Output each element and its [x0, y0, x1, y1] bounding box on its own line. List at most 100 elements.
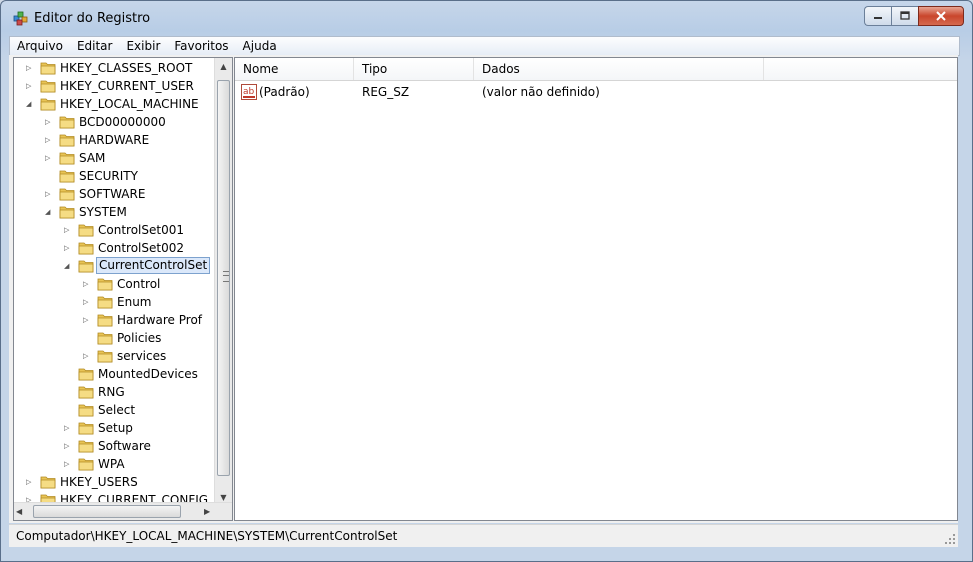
folder-icon	[59, 204, 75, 219]
menu-editar[interactable]: Editar	[70, 37, 120, 55]
collapse-arrow-icon[interactable]: ◢	[26, 100, 34, 108]
scroll-up-icon[interactable]: ▲	[215, 58, 232, 75]
title-bar[interactable]: Editor do Registro	[1, 1, 972, 35]
tree-item[interactable]: ▷ BCD00000000	[14, 113, 214, 131]
tree-item[interactable]: MountedDevices	[14, 365, 214, 383]
tree-item[interactable]: ▷ Software	[14, 437, 214, 455]
tree-item[interactable]: RNG	[14, 383, 214, 401]
tree-item-label: HKEY_CLASSES_ROOT	[60, 61, 193, 75]
tree-item-label: ControlSet001	[98, 223, 184, 237]
expand-arrow-icon[interactable]: ▷	[45, 190, 53, 198]
tree-item[interactable]: ▷ HKEY_CURRENT_USER	[14, 77, 214, 95]
tree-item[interactable]: ▷ Control	[14, 275, 214, 293]
tree-item[interactable]: Select	[14, 401, 214, 419]
expand-arrow-icon[interactable]: ▷	[64, 424, 72, 432]
folder-icon	[78, 438, 94, 453]
folder-icon	[59, 150, 75, 165]
tree-item[interactable]: SECURITY	[14, 167, 214, 185]
expand-arrow-icon[interactable]: ▷	[64, 244, 72, 252]
tree-item-label: HKEY_LOCAL_MACHINE	[60, 97, 199, 111]
tree-item[interactable]: ◢ HKEY_LOCAL_MACHINE	[14, 95, 214, 113]
expand-arrow-icon[interactable]: ▷	[26, 82, 34, 90]
tree-item[interactable]: ▷ Hardware Prof	[14, 311, 214, 329]
tree-horizontal-scrollbar[interactable]: ◀ ▶	[14, 502, 232, 520]
registry-editor-window: Editor do Registro Arquivo Editar Exibir…	[0, 0, 973, 562]
expand-arrow-icon[interactable]: ▷	[45, 154, 53, 162]
expand-arrow-icon[interactable]: ▷	[45, 136, 53, 144]
tree-item-label: CurrentControlSet	[96, 257, 211, 274]
menu-exibir[interactable]: Exibir	[119, 37, 167, 55]
tree-item[interactable]: ▷ WPA	[14, 455, 214, 473]
close-button[interactable]	[918, 6, 964, 26]
folder-icon	[40, 96, 56, 111]
tree-item[interactable]: ▷ HARDWARE	[14, 131, 214, 149]
expand-arrow-icon[interactable]: ▷	[45, 118, 53, 126]
expand-arrow-icon[interactable]: ▷	[64, 226, 72, 234]
column-header-dados[interactable]: Dados	[474, 58, 764, 80]
folder-icon	[78, 456, 94, 471]
expand-arrow-icon[interactable]: ▷	[64, 460, 72, 468]
minimize-button[interactable]	[864, 6, 891, 26]
tree-item[interactable]: Policies	[14, 329, 214, 347]
hscroll-thumb[interactable]	[33, 505, 181, 518]
folder-icon	[78, 222, 94, 237]
maximize-button[interactable]	[891, 6, 918, 26]
folder-icon	[97, 294, 113, 309]
expand-arrow-icon[interactable]: ▷	[83, 298, 91, 306]
tree-item-label: RNG	[98, 385, 125, 399]
tree-item[interactable]: ◢ CurrentControlSet	[14, 257, 214, 275]
scroll-thumb[interactable]	[217, 80, 230, 476]
scroll-right-icon[interactable]: ▶	[204, 503, 210, 520]
folder-icon	[78, 384, 94, 399]
tree-item-label: Software	[98, 439, 151, 453]
grip-icon	[223, 271, 229, 282]
tree-item-label: SECURITY	[79, 169, 138, 183]
menu-favoritos[interactable]: Favoritos	[167, 37, 235, 55]
expand-arrow-icon[interactable]: ▷	[83, 316, 91, 324]
expand-arrow-icon[interactable]: ▷	[83, 352, 91, 360]
expand-arrow-icon[interactable]: ▷	[64, 442, 72, 450]
list-item[interactable]: ab (Padrão) REG_SZ (valor não definido)	[235, 82, 957, 102]
tree-item[interactable]: ▷ services	[14, 347, 214, 365]
menu-bar: Arquivo Editar Exibir Favoritos Ajuda	[9, 36, 960, 56]
tree-item-label: MountedDevices	[98, 367, 198, 381]
resize-grip-icon[interactable]	[944, 533, 956, 545]
column-header-tipo[interactable]: Tipo	[354, 58, 474, 80]
menu-arquivo[interactable]: Arquivo	[10, 37, 70, 55]
status-bar: Computador\HKEY_LOCAL_MACHINE\SYSTEM\Cur…	[9, 524, 958, 547]
minimize-icon	[874, 17, 882, 19]
folder-icon	[78, 420, 94, 435]
tree-vertical-scrollbar[interactable]: ▲ ▼	[214, 58, 232, 506]
string-value-icon: ab	[241, 84, 257, 100]
tree-item[interactable]: ◢ SYSTEM	[14, 203, 214, 221]
tree-item-label: Policies	[117, 331, 162, 345]
tree-item-label: Select	[98, 403, 136, 417]
tree-item[interactable]: ▷ ControlSet002	[14, 239, 214, 257]
regedit-app-icon	[13, 11, 28, 26]
tree-item[interactable]: ▷ ControlSet001	[14, 221, 214, 239]
client-area: ▷ HKEY_CLASSES_ROOT ▷ HKEY_CURRENT_USER ◢ HKE…	[9, 55, 958, 523]
tree-item[interactable]: ▷ Setup	[14, 419, 214, 437]
value-data: (valor não definido)	[482, 85, 600, 99]
tree-item[interactable]: ▷ Enum	[14, 293, 214, 311]
scroll-left-icon[interactable]: ◀	[16, 503, 22, 520]
tree-item-label: WPA	[98, 457, 125, 471]
tree-item[interactable]: ▷ HKEY_CLASSES_ROOT	[14, 59, 214, 77]
expand-arrow-icon[interactable]: ▷	[26, 478, 34, 486]
tree-item[interactable]: ▷ SOFTWARE	[14, 185, 214, 203]
tree-item[interactable]: ▷ HKEY_USERS	[14, 473, 214, 491]
tree-item[interactable]: ▷ SAM	[14, 149, 214, 167]
key-tree-pane: ▷ HKEY_CLASSES_ROOT ▷ HKEY_CURRENT_USER ◢ HKE…	[13, 57, 233, 521]
expand-arrow-icon[interactable]: ▷	[26, 64, 34, 72]
column-header-nome[interactable]: Nome	[235, 58, 354, 80]
window-controls	[864, 6, 964, 26]
value-type: REG_SZ	[362, 85, 410, 99]
folder-icon	[40, 474, 56, 489]
collapse-arrow-icon[interactable]: ◢	[64, 262, 72, 270]
status-path: Computador\HKEY_LOCAL_MACHINE\SYSTEM\Cur…	[16, 529, 398, 543]
expand-arrow-icon[interactable]: ▷	[83, 280, 91, 288]
tree-item-label: BCD00000000	[79, 115, 166, 129]
menu-ajuda[interactable]: Ajuda	[236, 37, 284, 55]
collapse-arrow-icon[interactable]: ◢	[45, 208, 53, 216]
folder-icon	[78, 240, 94, 255]
